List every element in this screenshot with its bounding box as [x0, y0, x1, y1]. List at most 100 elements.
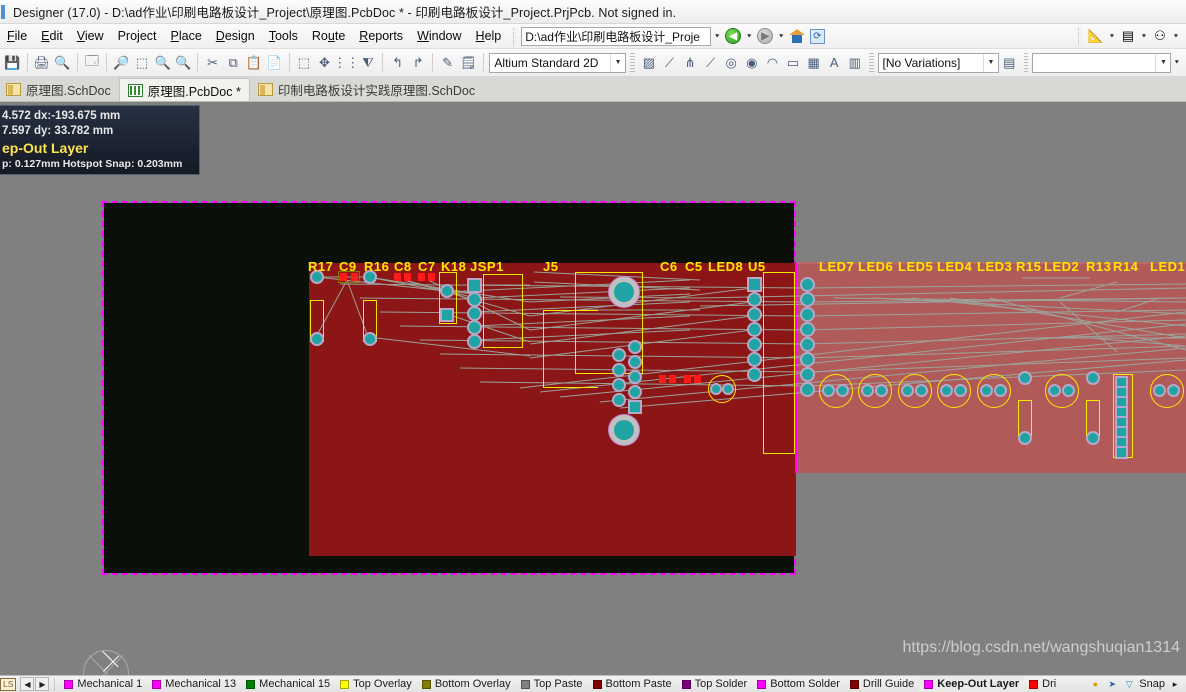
view-config-dropdown-icon[interactable]: ▼ [610, 53, 625, 72]
menu-route[interactable]: Route [305, 26, 352, 46]
component-icon[interactable]: ▥ [844, 51, 865, 74]
layer-tab-top-paste[interactable]: Top Paste [516, 676, 588, 692]
variation-select[interactable]: [No Variations] ▼ [877, 52, 1000, 73]
pad-led5-2[interactable] [917, 386, 926, 395]
pad-led1-2[interactable] [1169, 386, 1178, 395]
zoom-in-icon[interactable]: 🔍 [152, 51, 173, 74]
footprint-jsp1[interactable] [483, 274, 523, 348]
snap-filter-icon[interactable]: ▽ [1122, 677, 1136, 691]
measure-dropdown-icon[interactable] [1106, 27, 1118, 46]
pad-u5-11[interactable] [802, 324, 813, 335]
project-path-field[interactable]: D:\ad作业\印刷电路板设计_Proje [521, 26, 712, 46]
fill-icon[interactable]: ▭ [783, 51, 804, 74]
arc-icon[interactable]: ◠ [762, 51, 783, 74]
pad-c9-1[interactable] [340, 273, 347, 281]
layer-tab-bottom-overlay[interactable]: Bottom Overlay [417, 676, 516, 692]
pad-jsp1-2[interactable] [469, 294, 480, 305]
pad-u5-8[interactable] [802, 279, 813, 290]
doc-tab-sch-2[interactable]: 印制电路板设计实践原理图.SchDoc [250, 78, 483, 101]
layer-tab-top-overlay[interactable]: Top Overlay [335, 676, 417, 692]
cross-probe-icon[interactable]: ✎ [437, 51, 458, 74]
pad-jsp1-4[interactable] [469, 322, 480, 333]
project-path-dropdown-icon[interactable] [711, 27, 723, 46]
pad-r16-2[interactable] [365, 334, 375, 344]
measure-icon[interactable]: 📐 [1086, 27, 1106, 46]
print-preview-icon[interactable]: 🔍 [52, 51, 73, 74]
layer-tab-mechanical-15[interactable]: Mechanical 15 [241, 676, 335, 692]
prev-layer-icon[interactable]: ◀ [20, 677, 35, 691]
pad-j5-5[interactable] [630, 342, 640, 352]
toolbar-grip-2[interactable] [869, 53, 874, 72]
pad-led2-2[interactable] [1064, 386, 1073, 395]
pad-r14-7[interactable] [1117, 438, 1126, 447]
toolbar-overflow-icon[interactable] [1171, 53, 1182, 72]
pad-u5-12[interactable] [802, 339, 813, 350]
pad-r14-5[interactable] [1117, 418, 1126, 427]
pad-icon[interactable]: ◉ [742, 51, 763, 74]
cut-icon[interactable]: ✂ [202, 51, 223, 74]
layerbar-overflow-icon[interactable]: ▸ [1168, 677, 1182, 691]
board-icon[interactable]: ▤ [999, 51, 1020, 74]
pad-led7-2[interactable] [838, 386, 847, 395]
layer-tab-bottom-paste[interactable]: Bottom Paste [588, 676, 677, 692]
doc-tab-pcb[interactable]: 原理图.PcbDoc * [118, 78, 250, 101]
pad-j5-7[interactable] [630, 372, 640, 382]
undo-icon[interactable]: ↰ [387, 51, 408, 74]
pad-led7-1[interactable] [824, 386, 833, 395]
pad-r13-1[interactable] [1088, 373, 1098, 383]
pad-j5-3[interactable] [614, 380, 624, 390]
zoom-document-icon[interactable]: 🔎 [111, 51, 132, 74]
pad-jsp1-1[interactable] [469, 280, 480, 291]
zoom-filter-icon[interactable]: 🔍 [173, 51, 194, 74]
toolbar-grip-3[interactable] [1023, 53, 1029, 72]
pad-u5-15[interactable] [802, 384, 813, 395]
toolbar-grip-1[interactable] [630, 53, 635, 72]
menu-window[interactable]: Window [410, 26, 468, 46]
forward-history-dropdown-icon[interactable] [775, 27, 787, 46]
move-icon[interactable]: ✥ [314, 51, 335, 74]
redo-icon[interactable]: ↱ [408, 51, 429, 74]
pad-led4-2[interactable] [956, 386, 965, 395]
pad-j5-8[interactable] [630, 387, 640, 397]
pad-u5-6[interactable] [749, 354, 760, 365]
pad-u5-4[interactable] [749, 324, 760, 335]
menu-help[interactable]: Help [469, 26, 509, 46]
pad-led6-2[interactable] [877, 386, 886, 395]
menu-file[interactable]: File [0, 26, 34, 46]
pad-j5-1[interactable] [614, 350, 624, 360]
layer-stack-dropdown-icon[interactable] [1138, 27, 1150, 46]
pad-led5-1[interactable] [903, 386, 912, 395]
menu-project[interactable]: Project [111, 26, 164, 46]
pad-u5-1[interactable] [749, 279, 760, 290]
pad-c7-1[interactable] [418, 273, 425, 281]
pad-c6-2[interactable] [669, 375, 676, 383]
pad-j5-9[interactable] [630, 402, 640, 412]
footprint-r15[interactable] [1018, 400, 1032, 436]
pad-c5-1[interactable] [684, 375, 691, 383]
pad-r14-2[interactable] [1117, 388, 1126, 397]
cursor-icon[interactable]: ➤ [1105, 677, 1119, 691]
pad-r17-2[interactable] [312, 334, 322, 344]
menu-tools[interactable]: Tools [262, 26, 305, 46]
copy-icon[interactable]: ⧉ [223, 51, 244, 74]
pad-u5-9[interactable] [802, 294, 813, 305]
forward-button[interactable]: ▶ [755, 26, 775, 46]
menu-view[interactable]: View [70, 26, 111, 46]
pad-led4-1[interactable] [942, 386, 951, 395]
pad-u5-14[interactable] [802, 369, 813, 380]
pad-u5-13[interactable] [802, 354, 813, 365]
pad-r15-1[interactable] [1020, 373, 1030, 383]
layer-tab-drill-drawing[interactable]: Dri [1024, 676, 1061, 692]
string-icon[interactable]: A [824, 51, 845, 74]
pad-c6-1[interactable] [659, 375, 666, 383]
layer-sets-button[interactable]: LS [0, 677, 17, 691]
menu-place[interactable]: Place [164, 26, 209, 46]
select-area-icon[interactable]: ⬚ [294, 51, 315, 74]
component-view-icon[interactable]: ⚇ [1150, 27, 1170, 46]
layer-tab-top-solder[interactable]: Top Solder [677, 676, 753, 692]
clear-filter-icon[interactable]: ⧨ [358, 51, 379, 74]
footprint-u5[interactable] [763, 272, 795, 454]
home-button[interactable] [787, 26, 807, 46]
via-icon[interactable]: ◎ [721, 51, 742, 74]
pad-led3-2[interactable] [996, 386, 1005, 395]
